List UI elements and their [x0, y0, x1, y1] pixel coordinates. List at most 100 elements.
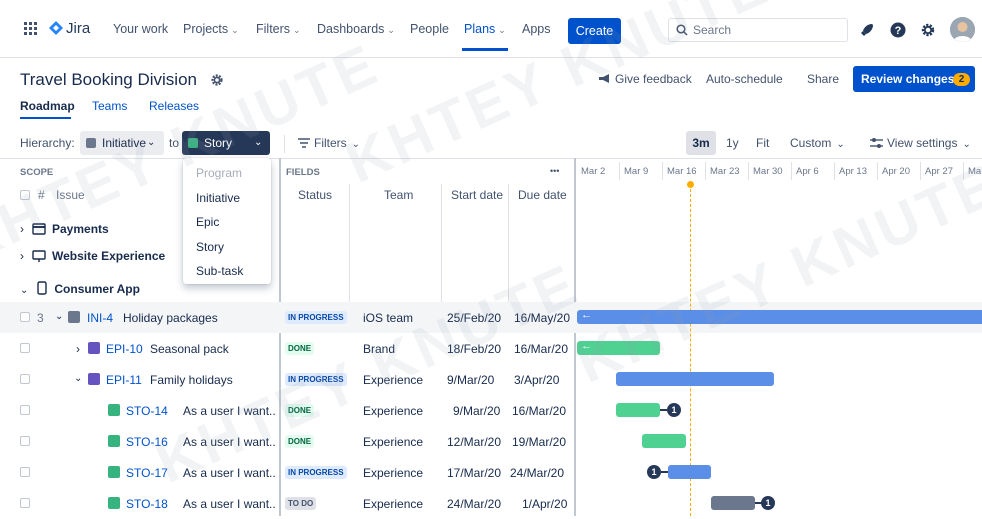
- row-checkbox[interactable]: [20, 467, 30, 477]
- due-date-cell[interactable]: 16/May/20: [514, 311, 570, 325]
- give-feedback-button[interactable]: Give feedback: [598, 72, 692, 86]
- due-date-cell[interactable]: 3/Apr/20: [514, 373, 559, 387]
- share-button[interactable]: Share: [807, 72, 839, 86]
- table-row[interactable]: STO-17 As a user I want.. IN PROGRESS Ex…: [0, 457, 982, 488]
- due-date-cell[interactable]: 16/Mar/20: [514, 342, 568, 356]
- view-settings-button[interactable]: View settings ⌄: [870, 136, 971, 150]
- row-checkbox[interactable]: [20, 498, 30, 508]
- due-date-cell[interactable]: 16/Mar/20: [512, 404, 566, 418]
- due-date-cell[interactable]: 1/Apr/20: [522, 497, 567, 511]
- hierarchy-to-select[interactable]: Story ⌄: [182, 131, 270, 155]
- jira-logo-text[interactable]: Jira: [66, 20, 90, 37]
- create-button[interactable]: Create: [568, 18, 621, 44]
- due-date-column-header[interactable]: Due date: [518, 188, 567, 202]
- zoom-3m-button[interactable]: 3m: [686, 131, 716, 155]
- nav-plans[interactable]: Plans ⌄: [464, 22, 506, 36]
- zoom-fit-button[interactable]: Fit: [756, 136, 769, 150]
- nav-your-work[interactable]: Your work: [113, 22, 168, 36]
- review-changes-button[interactable]: Review changes 2: [853, 66, 975, 92]
- start-date-cell[interactable]: 9/Mar/20: [453, 404, 500, 418]
- start-date-column-header[interactable]: Start date: [451, 188, 503, 202]
- due-date-cell[interactable]: 24/Mar/20: [510, 466, 564, 480]
- timeline-bar-ini-4[interactable]: ←: [577, 309, 982, 324]
- timeline-bar-epi-10[interactable]: ←: [577, 340, 660, 355]
- settings-gear-icon[interactable]: [920, 22, 936, 38]
- row-checkbox[interactable]: [20, 312, 30, 322]
- dropdown-item-epic[interactable]: Epic: [196, 215, 219, 229]
- team-column-header[interactable]: Team: [384, 188, 413, 202]
- group-row-website-experience[interactable]: › Website Experience: [20, 248, 165, 263]
- table-row[interactable]: STO-14 As a user I want.. DONE Experienc…: [0, 395, 982, 426]
- issue-key[interactable]: INI-4: [87, 311, 113, 325]
- table-row[interactable]: STO-18 As a user I want.. TO DO Experien…: [0, 488, 982, 519]
- table-row[interactable]: ⌄ EPI-11 Family holidays IN PROGRESS Exp…: [0, 364, 982, 395]
- start-date-cell[interactable]: 25/Feb/20: [447, 311, 501, 325]
- filters-button[interactable]: Filters ⌄: [298, 136, 360, 150]
- tab-releases[interactable]: Releases: [149, 99, 199, 113]
- due-date-cell[interactable]: 19/Mar/20: [512, 435, 566, 449]
- issue-key[interactable]: EPI-10: [106, 342, 143, 356]
- dependency-badge[interactable]: 1: [667, 403, 681, 417]
- group-row-consumer-app[interactable]: ⌄ Consumer App: [20, 279, 140, 296]
- chevron-down-icon[interactable]: ⌄: [74, 373, 82, 384]
- issue-key[interactable]: STO-18: [126, 497, 168, 511]
- status-column-header[interactable]: Status: [298, 188, 332, 202]
- start-date-cell[interactable]: 18/Feb/20: [447, 342, 501, 356]
- plan-settings-gear-icon[interactable]: [210, 73, 224, 87]
- start-date-cell[interactable]: 9/Mar/20: [447, 373, 494, 387]
- nav-projects[interactable]: Projects ⌄: [183, 22, 239, 36]
- timeline-bar-sto-17[interactable]: [668, 465, 711, 479]
- select-all-checkbox[interactable]: [20, 190, 30, 200]
- hierarchy-from-select[interactable]: Initiative ⌄: [80, 131, 164, 155]
- timeline-bar-epi-11[interactable]: [616, 372, 774, 386]
- team-cell[interactable]: Experience: [363, 404, 423, 418]
- nav-apps[interactable]: Apps: [522, 22, 551, 36]
- issue-key[interactable]: STO-16: [126, 435, 168, 449]
- team-cell[interactable]: Experience: [363, 466, 423, 480]
- team-cell[interactable]: Experience: [363, 435, 423, 449]
- nav-people[interactable]: People: [410, 22, 449, 36]
- start-date-cell[interactable]: 12/Mar/20: [447, 435, 501, 449]
- timeline-bar-sto-14[interactable]: [616, 403, 660, 417]
- auto-schedule-button[interactable]: Auto-schedule: [706, 72, 783, 86]
- more-options-icon[interactable]: •••: [550, 166, 559, 176]
- row-checkbox[interactable]: [20, 374, 30, 384]
- dropdown-item-subtask[interactable]: Sub-task: [196, 264, 243, 278]
- issue-key[interactable]: EPI-11: [106, 373, 142, 387]
- zoom-1y-button[interactable]: 1y: [726, 136, 739, 150]
- table-row[interactable]: STO-16 As a user I want.. DONE Experienc…: [0, 426, 982, 457]
- table-row[interactable]: › EPI-10 Seasonal pack DONE Brand 18/Feb…: [0, 333, 982, 364]
- tab-roadmap[interactable]: Roadmap: [20, 99, 75, 113]
- row-checkbox[interactable]: [20, 436, 30, 446]
- row-checkbox[interactable]: [20, 405, 30, 415]
- chevron-right-icon[interactable]: ›: [76, 342, 80, 356]
- start-date-cell[interactable]: 24/Mar/20: [447, 497, 501, 511]
- app-switcher-icon[interactable]: [24, 22, 38, 36]
- team-cell[interactable]: Experience: [363, 497, 423, 511]
- dropdown-item-initiative[interactable]: Initiative: [196, 191, 240, 205]
- team-cell[interactable]: Brand: [363, 342, 395, 356]
- notifications-rocket-icon[interactable]: [859, 22, 875, 38]
- timeline-bar-sto-18[interactable]: [711, 496, 755, 510]
- timeline-bar-sto-16[interactable]: [642, 434, 686, 448]
- team-cell[interactable]: Experience: [363, 373, 423, 387]
- dependency-badge[interactable]: 1: [761, 496, 775, 510]
- search-input[interactable]: Search: [668, 18, 848, 42]
- dropdown-item-story[interactable]: Story: [196, 240, 224, 254]
- nav-filters-label: Filters: [256, 22, 291, 36]
- chevron-down-icon[interactable]: ⌄: [55, 311, 63, 322]
- tab-teams[interactable]: Teams: [92, 99, 127, 113]
- row-checkbox[interactable]: [20, 343, 30, 353]
- help-icon[interactable]: ?: [890, 22, 906, 38]
- custom-range-button[interactable]: Custom ⌄: [790, 136, 845, 150]
- team-cell[interactable]: iOS team: [363, 311, 413, 325]
- user-avatar[interactable]: [950, 17, 975, 42]
- nav-filters[interactable]: Filters ⌄: [256, 22, 301, 36]
- jira-logo-icon[interactable]: [48, 20, 64, 38]
- dependency-badge[interactable]: 1: [647, 465, 661, 479]
- nav-dashboards[interactable]: Dashboards ⌄: [317, 22, 395, 36]
- start-date-cell[interactable]: 17/Mar/20: [447, 466, 501, 480]
- issue-key[interactable]: STO-14: [126, 404, 168, 418]
- group-row-payments[interactable]: › Payments: [20, 221, 109, 236]
- issue-key[interactable]: STO-17: [126, 466, 168, 480]
